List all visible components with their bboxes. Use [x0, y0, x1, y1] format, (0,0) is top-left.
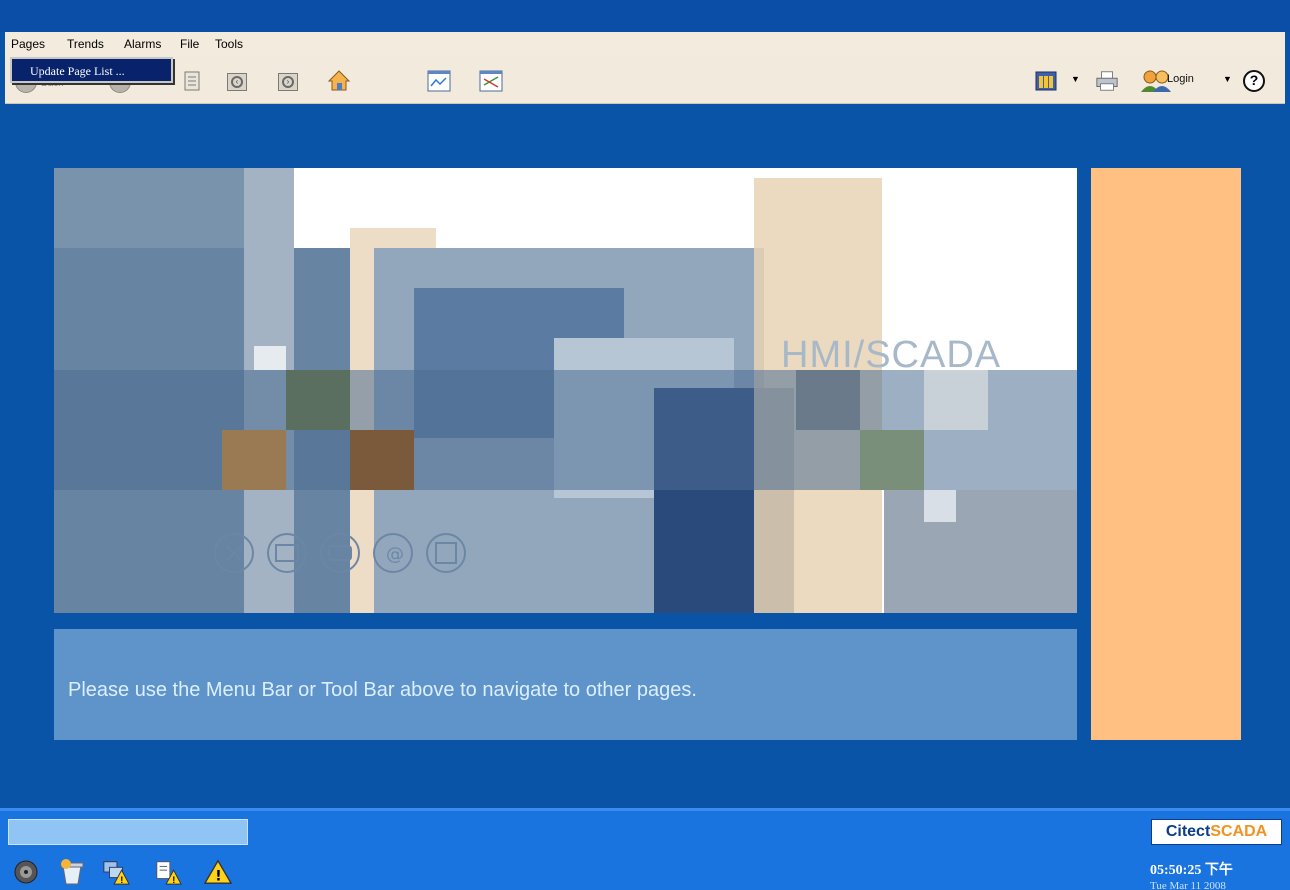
clock: 05:50:25 下午 Tue Mar 11 2008	[1150, 859, 1260, 890]
toolbar: Back ‹ › ▼ Login ▼ ?	[5, 56, 1285, 104]
svg-text:!: !	[120, 875, 123, 885]
banner-hmi-scada-label: HMI/SCADA	[781, 334, 1002, 376]
login-label[interactable]: Login	[1167, 73, 1194, 85]
status-message-field	[8, 819, 248, 845]
arrow-left-icon: ‹	[231, 76, 243, 88]
previous-page-button[interactable]: ‹	[227, 73, 247, 91]
home-icon	[327, 70, 351, 91]
page-list-button[interactable]	[181, 69, 205, 93]
menu-trends[interactable]: Trends	[67, 37, 104, 51]
help-icon[interactable]: ?	[1243, 70, 1265, 92]
tools-dropdown-arrow-icon[interactable]: ▼	[1071, 74, 1080, 84]
menu-alarms[interactable]: Alarms	[124, 37, 161, 51]
tools-icon	[1035, 71, 1057, 91]
arrow-right-icon: ›	[282, 76, 294, 88]
speaker-button[interactable]	[12, 858, 40, 886]
network-alarm-button[interactable]: !	[102, 858, 130, 886]
login-dropdown-arrow-icon[interactable]: ▼	[1223, 74, 1232, 84]
title-strip	[0, 0, 1290, 32]
pages-menu-dropdown: Update Page List ...	[10, 57, 173, 83]
svg-text:!: !	[215, 868, 221, 884]
menu-file[interactable]: File	[180, 37, 199, 51]
svg-text:!: !	[172, 875, 175, 885]
citect-scada-logo: CitectSCADA	[1151, 819, 1282, 845]
menu-tools[interactable]: Tools	[215, 37, 243, 51]
trend-button[interactable]	[427, 69, 451, 93]
status-bar: ! ! ! CitectSCADA 05:50:25 下午 Tue Mar 11…	[0, 808, 1290, 890]
alarm-summary-icon: !	[156, 861, 182, 885]
process-analyst-button[interactable]	[479, 69, 503, 93]
recycle-bin-icon	[60, 859, 84, 885]
speaker-icon	[14, 860, 38, 884]
menu-pages[interactable]: Pages	[11, 37, 45, 51]
message-panel: Please use the Menu Bar or Tool Bar abov…	[54, 629, 1077, 740]
recycle-bin-button[interactable]	[58, 858, 86, 886]
network-alarm-icon: !	[103, 861, 130, 885]
clock-date: Tue Mar 11 2008	[1150, 880, 1226, 890]
side-panel	[1091, 168, 1241, 740]
next-page-button[interactable]: ›	[278, 73, 298, 91]
alarm-warning-button[interactable]: !	[204, 858, 232, 886]
navigation-instructions: Please use the Menu Bar or Tool Bar abov…	[68, 679, 697, 701]
menu-bar: Pages Trends Alarms File Tools	[5, 32, 1285, 56]
home-button[interactable]	[327, 69, 351, 93]
brand-citect: Citect	[1165, 823, 1211, 840]
process-analyst-icon	[479, 70, 503, 92]
page-list-icon	[184, 71, 200, 91]
hmi-scada-banner-image: @ HMI/SCADA	[54, 168, 1077, 613]
svg-text:@: @	[386, 544, 404, 565]
brand-scada: SCADA	[1210, 823, 1268, 840]
warning-icon: !	[204, 859, 232, 884]
printer-icon	[1096, 71, 1118, 91]
alarm-summary-button[interactable]: !	[154, 858, 182, 886]
feature-icons-row: @	[212, 530, 472, 576]
print-button[interactable]	[1095, 69, 1119, 93]
trend-icon	[427, 70, 451, 92]
clock-time: 05:50:25 下午	[1150, 863, 1233, 878]
tools-button[interactable]	[1034, 69, 1058, 93]
menu-item-update-page-list[interactable]: Update Page List ...	[30, 64, 125, 78]
